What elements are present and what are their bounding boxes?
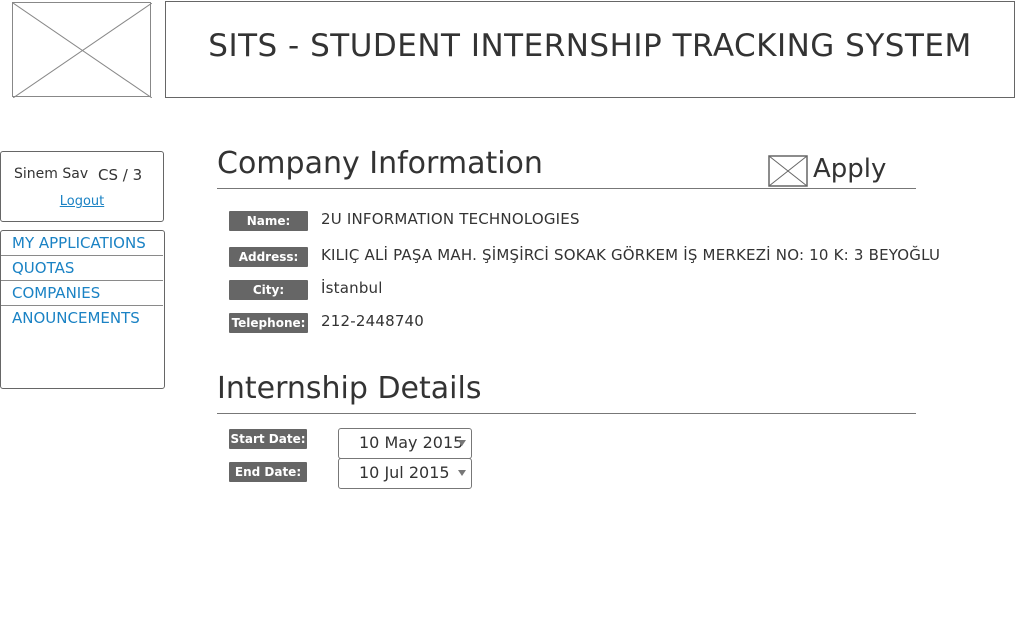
logo-placeholder (12, 2, 152, 98)
company-info-heading: Company Information (217, 146, 543, 181)
start-date-label: Start Date: (229, 429, 307, 449)
telephone-label: Telephone: (229, 313, 308, 333)
sidebar-item-anouncements[interactable]: ANOUNCEMENTS (1, 306, 163, 331)
end-date-label: End Date: (229, 462, 307, 482)
chevron-down-icon (458, 470, 466, 476)
internship-details-heading: Internship Details (217, 371, 482, 406)
company-address-value: KILIÇ ALİ PAŞA MAH. ŞİMŞİRCİ SOKAK GÖRKE… (321, 246, 941, 264)
app-title: SITS - STUDENT INTERNSHIP TRACKING SYSTE… (208, 28, 972, 64)
sidebar-item-companies[interactable]: COMPANIES (1, 281, 163, 306)
chevron-down-icon (458, 440, 466, 446)
user-department: CS / 3 (98, 166, 143, 184)
user-name: Sinem Sav (14, 166, 89, 182)
sidebar-item-my-applications[interactable]: MY APPLICATIONS (1, 231, 163, 256)
apply-icon[interactable] (768, 155, 808, 187)
address-label: Address: (229, 247, 308, 267)
company-info-divider (217, 188, 916, 189)
start-date-value: 10 May 2015 (359, 433, 464, 452)
company-city-value: İstanbul (321, 279, 383, 297)
sidebar-nav: MY APPLICATIONS QUOTAS COMPANIES ANOUNCE… (0, 230, 165, 389)
apply-button[interactable]: Apply (813, 154, 886, 184)
city-label: City: (229, 280, 308, 300)
internship-details-divider (217, 413, 916, 414)
image-placeholder-icon (768, 155, 808, 187)
end-date-select[interactable]: 10 Jul 2015 (338, 458, 472, 489)
logout-link[interactable]: Logout (1, 194, 163, 209)
company-telephone-value: 212-2448740 (321, 312, 425, 330)
header-banner: SITS - STUDENT INTERNSHIP TRACKING SYSTE… (165, 1, 1015, 98)
user-panel: Sinem Sav CS / 3 Logout (0, 151, 164, 222)
sidebar-item-quotas[interactable]: QUOTAS (1, 256, 163, 281)
image-placeholder-icon (13, 3, 152, 98)
company-name-value: 2U INFORMATION TECHNOLOGIES (321, 210, 580, 228)
end-date-value: 10 Jul 2015 (359, 463, 450, 482)
name-label: Name: (229, 211, 308, 231)
start-date-select[interactable]: 10 May 2015 (338, 428, 472, 459)
